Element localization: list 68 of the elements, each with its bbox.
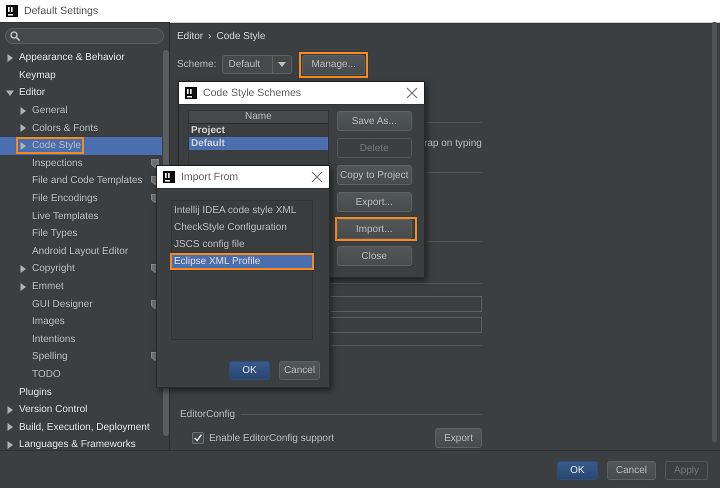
dialog-button[interactable]: Import... <box>336 219 412 239</box>
breadcrumb-item[interactable]: Editor <box>177 30 204 42</box>
list-item[interactable]: Eclipse XML Profile <box>172 255 312 268</box>
dialog-button[interactable]: Export... <box>336 192 412 212</box>
table-row[interactable]: Project <box>189 124 328 137</box>
sidebar-item[interactable]: File Types <box>32 228 78 240</box>
sidebar-item[interactable]: GUI Designer <box>32 298 93 310</box>
sidebar-item[interactable]: Appearance & Behavior <box>19 52 125 64</box>
checkbox[interactable] <box>192 432 204 444</box>
collapsed-arrow-icon[interactable] <box>19 124 27 132</box>
collapsed-arrow-icon[interactable] <box>6 54 14 62</box>
scrollbar[interactable] <box>712 22 717 442</box>
dialog-button[interactable]: Copy to Project <box>336 165 412 185</box>
sidebar-item[interactable]: Images <box>32 316 65 328</box>
list-item[interactable]: JSCS config file <box>172 238 312 251</box>
collapsed-arrow-icon[interactable] <box>19 282 27 291</box>
list-item[interactable]: CheckStyle Configuration <box>172 221 312 234</box>
window-title: Default Settings <box>24 5 98 17</box>
dialog-button[interactable]: OK <box>229 361 270 380</box>
dialog-button[interactable]: Save As... <box>336 111 412 131</box>
breadcrumb-item[interactable]: Code Style <box>216 30 266 42</box>
sidebar-item[interactable]: Spelling <box>32 351 68 362</box>
checkbox-label: Enable EditorConfig support <box>209 432 334 444</box>
sidebar-item[interactable]: File and Code Templates <box>32 175 142 186</box>
column-header[interactable]: Name <box>189 111 328 124</box>
sidebar-item[interactable]: Colors & Fonts <box>32 122 98 134</box>
dialog-title: Import From <box>181 171 238 183</box>
close-icon[interactable] <box>311 171 323 183</box>
collapsed-arrow-icon[interactable] <box>6 423 14 432</box>
sidebar-item[interactable]: General <box>32 105 68 116</box>
footer-button[interactable]: Cancel <box>606 460 656 480</box>
dialog-button[interactable]: Close <box>336 246 412 266</box>
dialog-button[interactable]: Cancel <box>279 361 320 380</box>
sidebar-item[interactable]: Editor <box>19 87 46 98</box>
close-icon[interactable] <box>406 87 418 99</box>
section-title: EditorConfig <box>180 408 236 420</box>
scheme-dropdown[interactable]: Default <box>222 55 292 74</box>
search-field[interactable] <box>5 28 164 44</box>
dialog-title: Code Style Schemes <box>203 87 302 99</box>
collapsed-arrow-icon[interactable] <box>6 440 14 449</box>
breadcrumb-separator: › <box>208 30 212 42</box>
sidebar-item[interactable]: Intentions <box>32 334 76 345</box>
expanded-arrow-icon[interactable] <box>6 88 14 97</box>
table-row[interactable]: Default <box>189 137 328 150</box>
collapsed-arrow-icon[interactable] <box>19 106 27 115</box>
sidebar-item[interactable]: Inspections <box>32 158 83 169</box>
sidebar-item[interactable]: Copyright <box>32 263 75 274</box>
sidebar-item[interactable]: Version Control <box>19 404 88 416</box>
sidebar-item[interactable]: Emmet <box>32 281 64 292</box>
sidebar-item[interactable]: Build, Execution, Deployment <box>19 422 150 433</box>
collapsed-arrow-icon[interactable] <box>19 264 27 273</box>
search-icon <box>10 31 20 41</box>
collapsed-arrow-icon[interactable] <box>6 406 14 414</box>
app-icon <box>185 87 197 99</box>
sidebar-item[interactable]: File Encodings <box>32 193 98 204</box>
sidebar-item[interactable]: Plugins <box>19 386 52 398</box>
footer-button[interactable]: OK <box>556 460 598 480</box>
sidebar-item[interactable]: TODO <box>32 368 61 380</box>
list-item[interactable]: Intellij IDEA code style XML <box>172 204 312 217</box>
sidebar-item[interactable]: Keymap <box>19 70 56 81</box>
app-icon <box>6 5 18 17</box>
scheme-label: Scheme: <box>177 59 216 70</box>
sidebar-item[interactable]: Languages & Frameworks <box>19 439 136 450</box>
sidebar-item[interactable]: Android Layout Editor <box>32 246 128 257</box>
manage-button[interactable]: Manage... <box>302 54 365 74</box>
export-button[interactable]: Export <box>435 428 482 448</box>
app-icon <box>163 171 175 183</box>
sidebar-item[interactable]: Live Templates <box>32 210 99 222</box>
